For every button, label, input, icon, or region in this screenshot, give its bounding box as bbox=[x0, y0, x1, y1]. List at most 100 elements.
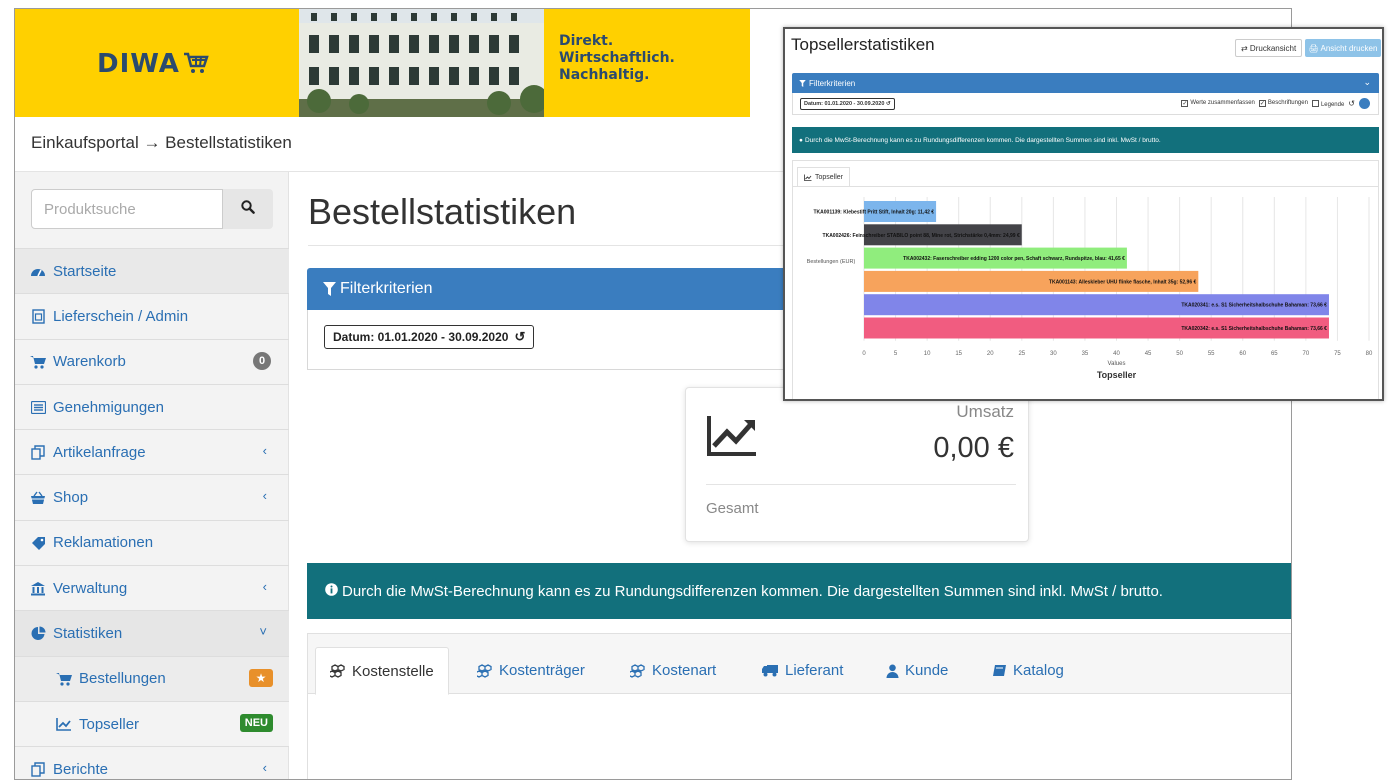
tab-kostenart[interactable]: Kostenart bbox=[616, 647, 730, 694]
x-axis-label: Values bbox=[1108, 361, 1126, 367]
new-badge: NEU bbox=[239, 713, 273, 732]
bank-icon bbox=[29, 580, 47, 596]
divider bbox=[793, 186, 1378, 187]
tab-label: Lieferant bbox=[785, 662, 844, 679]
filter-icon bbox=[323, 282, 336, 296]
tab-topseller[interactable]: Topseller bbox=[797, 167, 851, 187]
sidebar-item-startseite[interactable]: Startseite bbox=[15, 248, 289, 294]
date-range-label: Datum: 01.01.2020 - 30.09.2020 bbox=[333, 330, 509, 344]
building-photo bbox=[299, 9, 548, 117]
x-tick-label: 10 bbox=[924, 351, 931, 357]
sidebar-item-topseller[interactable]: Topseller NEU bbox=[15, 700, 289, 747]
breadcrumb[interactable]: Einkaufsportal → Bestellstatistiken bbox=[31, 133, 292, 153]
header-banner: DIWA Direkt. Wirtschaftlich. Nachhaltig. bbox=[15, 9, 750, 117]
reset-icon[interactable]: ↺ bbox=[1348, 99, 1355, 108]
data-label: TKA020341: e.s. S1 Sicherheitshalbschuhe… bbox=[1181, 303, 1327, 309]
truck-icon bbox=[762, 664, 779, 677]
cubes-icon bbox=[630, 663, 646, 678]
x-tick-label: 70 bbox=[1303, 351, 1310, 357]
revenue-card: Umsatz 0,00 € Gesamt bbox=[685, 387, 1029, 542]
sidebar-nav: Startseite Lieferschein / Admin Warenkor… bbox=[15, 248, 289, 779]
sidebar-item-label: Berichte bbox=[53, 760, 109, 778]
tab-lieferant[interactable]: Lieferant bbox=[748, 647, 857, 694]
star-badge: ★ bbox=[249, 668, 273, 687]
x-tick-label: 45 bbox=[1145, 351, 1152, 357]
data-label: TKA002426: Feinschreiber STABILO point 8… bbox=[823, 233, 1020, 239]
logo-cart-icon bbox=[183, 51, 209, 82]
sidebar-item-reklamationen[interactable]: Reklamationen bbox=[15, 519, 289, 565]
overlay-filter-header[interactable]: Filterkriterien ⌄ bbox=[792, 73, 1379, 93]
filter-label: Filterkriterien bbox=[809, 78, 856, 88]
sidebar-item-shop[interactable]: Shop ‹ bbox=[15, 474, 289, 519]
copy-icon bbox=[29, 444, 47, 460]
checkbox-label: Werte zusammenfassen bbox=[1190, 100, 1255, 106]
data-label: TKA001139: Klebestift Pritt Stift, Inhal… bbox=[813, 210, 934, 216]
tab-katalog[interactable]: Katalog bbox=[978, 647, 1078, 694]
dashboard-icon bbox=[29, 263, 47, 279]
chevron-down-icon: ˅ bbox=[259, 624, 267, 640]
tag-icon bbox=[29, 535, 47, 551]
tabs-header: Kostenstelle Kostenträger Kostenart Lief… bbox=[308, 634, 1291, 695]
slogan: Direkt. Wirtschaftlich. Nachhaltig. bbox=[559, 33, 675, 84]
topseller-bar-chart: 0 5 10 15 20 25 30 35 40 45 50 55 60 65 70 75 80 TKA00113… bbox=[807, 197, 1373, 380]
cart-icon bbox=[55, 671, 73, 687]
sidebar-item-label: Startseite bbox=[53, 262, 117, 280]
search-button[interactable] bbox=[223, 189, 273, 229]
checkbox-label: Beschriftungen bbox=[1267, 100, 1308, 106]
logo[interactable]: DIWA bbox=[97, 49, 209, 82]
filter-label: Filterkriterien bbox=[340, 280, 433, 297]
slogan-line: Nachhaltig. bbox=[559, 67, 650, 83]
tab-label: Topseller bbox=[815, 173, 844, 181]
logo-text: DIWA bbox=[97, 49, 180, 79]
sidebar-item-warenkorb[interactable]: Warenkorb 0 bbox=[15, 338, 289, 384]
sidebar-item-berichte[interactable]: Berichte ‹ bbox=[15, 746, 289, 779]
chevron-left-icon: ‹ bbox=[262, 760, 267, 776]
line-chart-icon bbox=[55, 716, 73, 732]
tab-kostenstelle[interactable]: Kostenstelle bbox=[315, 647, 449, 695]
print-view-button[interactable]: ⇄ Druckansicht bbox=[1235, 39, 1303, 57]
sidebar-item-statistiken[interactable]: Statistiken ˅ bbox=[15, 610, 289, 656]
reset-icon: ↺ bbox=[514, 329, 526, 344]
x-tick-label: 35 bbox=[1082, 351, 1089, 357]
sidebar-item-label: Statistiken bbox=[53, 625, 123, 643]
sidebar-item-bestellungen[interactable]: Bestellungen ★ bbox=[15, 655, 289, 701]
revenue-label: Umsatz bbox=[956, 402, 1014, 421]
print-button[interactable]: 🖨 Ansicht drucken bbox=[1305, 39, 1381, 57]
checkbox-werte[interactable]: ✓ Werte zusammenfassen bbox=[1181, 100, 1255, 107]
info-alert: Durch die MwSt-Berechnung kann es zu Run… bbox=[307, 563, 1291, 619]
info-text: Durch die MwSt-Berechnung kann es zu Run… bbox=[804, 136, 1161, 144]
overlay-date-range-button[interactable]: Datum: 01.01.2020 - 30.09.2020 ↺ bbox=[800, 98, 895, 110]
sidebar-item-genehmigungen[interactable]: Genehmigungen bbox=[15, 383, 289, 429]
tab-label: Kostenstelle bbox=[352, 662, 434, 680]
checkbox-legende[interactable]: Legende bbox=[1311, 99, 1344, 108]
search-input[interactable] bbox=[31, 189, 223, 229]
data-label: TKA002432: Faserschreiber edding 1200 co… bbox=[903, 256, 1125, 262]
search-icon[interactable] bbox=[1359, 98, 1370, 109]
chevron-left-icon: ‹ bbox=[262, 488, 267, 504]
overlay-options: ✓ Werte zusammenfassen ✓ Beschriftungen Le… bbox=[1181, 98, 1370, 109]
sidebar-item-label: Lieferschein / Admin bbox=[53, 307, 189, 325]
sidebar-item-label: Artikelanfrage bbox=[53, 443, 146, 461]
tab-kostentraeger[interactable]: Kostenträger bbox=[463, 647, 599, 694]
checkbox-beschriftungen[interactable]: ✓ Beschriftungen bbox=[1258, 100, 1308, 107]
topseller-overlay-window: Topsellerstatistiken ⇄ Druckansicht 🖨 An… bbox=[783, 27, 1384, 401]
cubes-icon bbox=[477, 663, 493, 678]
tab-label: Kostenträger bbox=[499, 662, 585, 679]
revenue-value: 0,00 € bbox=[933, 432, 1014, 464]
slogan-line: Direkt. bbox=[559, 33, 614, 49]
sidebar-item-artikelanfrage[interactable]: Artikelanfrage ‹ bbox=[15, 429, 289, 474]
sidebar-item-label: Bestellungen bbox=[79, 670, 166, 688]
sidebar-item-verwaltung[interactable]: Verwaltung ‹ bbox=[15, 565, 289, 610]
page-title: Bestellstatistiken bbox=[308, 191, 577, 232]
x-tick-label: 0 bbox=[862, 351, 866, 357]
basket-icon bbox=[29, 490, 47, 506]
date-range-button[interactable]: Datum: 01.01.2020 - 30.09.2020 ↺ bbox=[324, 325, 535, 349]
x-tick-label: 60 bbox=[1239, 351, 1246, 357]
document-icon bbox=[29, 308, 47, 324]
x-tick-label: 20 bbox=[987, 351, 994, 357]
tab-kunde[interactable]: Kunde bbox=[872, 647, 962, 694]
x-tick-label: 55 bbox=[1208, 351, 1215, 357]
info-icon bbox=[325, 582, 338, 600]
sidebar-item-lieferschein[interactable]: Lieferschein / Admin bbox=[15, 293, 289, 338]
sidebar-item-label: Reklamationen bbox=[53, 534, 154, 552]
